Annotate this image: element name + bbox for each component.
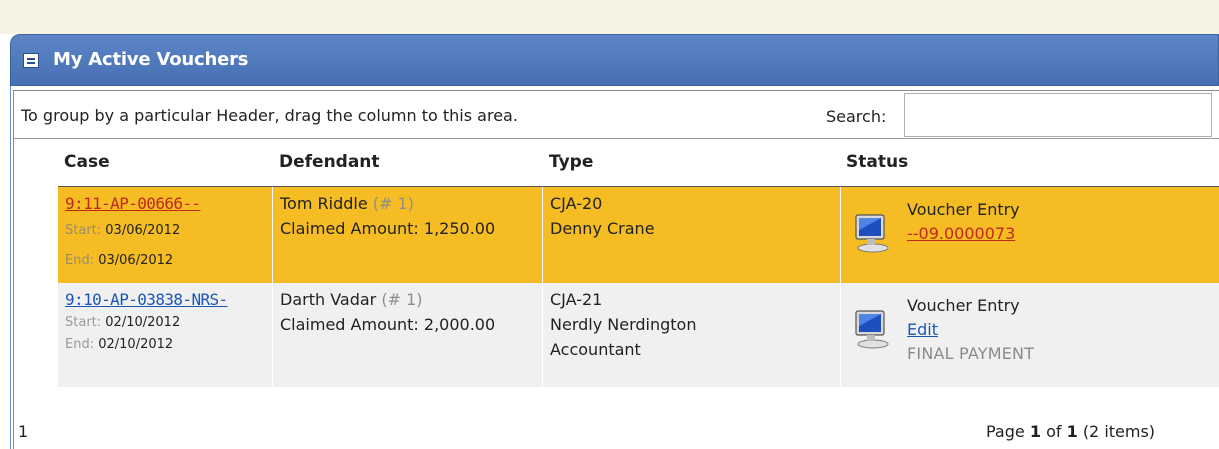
- start-date: Start: 02/10/2012: [65, 315, 181, 330]
- status-cell: Voucher Entry Edit FINAL PAYMENT: [840, 283, 1219, 387]
- type-cell: CJA-20 Denny Crane: [542, 187, 840, 283]
- column-header-case[interactable]: Case: [64, 152, 110, 172]
- start-date: Start: 03/06/2012: [65, 223, 181, 238]
- table-row[interactable]: 9:10-AP-03838-NRS- Start: 02/10/2012 End…: [58, 283, 1219, 387]
- claimed-amount: Claimed Amount: 2,000.00: [280, 315, 496, 334]
- type-code: CJA-20: [550, 194, 603, 213]
- column-header-type[interactable]: Type: [549, 152, 593, 172]
- panel-header: My Active Vouchers: [10, 34, 1219, 86]
- case-link[interactable]: 9:10-AP-03838-NRS-: [65, 290, 228, 309]
- case-link[interactable]: 9:11-AP-00666--: [65, 194, 201, 213]
- collapse-icon[interactable]: [23, 53, 39, 68]
- pager-summary: Page 1 of 1 (2 items): [986, 422, 1156, 441]
- claimed-amount: Claimed Amount: 1,250.00: [280, 219, 496, 238]
- defendant-cell: Darth Vadar (# 1) Claimed Amount: 2,000.…: [272, 283, 542, 387]
- case-cell: 9:10-AP-03838-NRS- Start: 02/10/2012 End…: [58, 283, 272, 387]
- status-cell: Voucher Entry --09.0000073: [840, 187, 1219, 283]
- type-cell: CJA-21 Nerdly Nerdington Accountant: [542, 283, 840, 387]
- computer-monitor-icon: [855, 310, 889, 349]
- edit-link[interactable]: Edit: [907, 320, 938, 339]
- search-label: Search:: [826, 107, 887, 126]
- table-row[interactable]: 9:11-AP-00666-- Start: 03/06/2012 End: 0…: [58, 187, 1219, 283]
- column-header-row: Case Defendant Type Status: [58, 139, 1219, 187]
- case-cell: 9:11-AP-00666-- Start: 03/06/2012 End: 0…: [58, 187, 272, 283]
- status-text: Voucher Entry: [907, 296, 1020, 315]
- type-person: Nerdly Nerdington: [550, 315, 697, 334]
- column-header-status[interactable]: Status: [846, 152, 908, 172]
- group-hint: To group by a particular Header, drag th…: [21, 106, 518, 125]
- type-code: CJA-21: [550, 290, 603, 309]
- top-band: [0, 0, 1219, 34]
- type-person: Denny Crane: [550, 219, 655, 238]
- group-by-panel[interactable]: To group by a particular Header, drag th…: [14, 91, 1219, 139]
- defendant-name: Darth Vadar (# 1): [280, 290, 423, 309]
- status-note: FINAL PAYMENT: [907, 344, 1035, 363]
- vouchers-grid: To group by a particular Header, drag th…: [13, 90, 1219, 449]
- panel-title: My Active Vouchers: [53, 49, 249, 70]
- status-text: Voucher Entry: [907, 200, 1020, 219]
- search-input[interactable]: [904, 93, 1212, 137]
- end-date: End: 02/10/2012: [65, 337, 174, 352]
- end-date: End: 03/06/2012: [65, 253, 174, 268]
- type-role: Accountant: [550, 340, 641, 359]
- page-number-link[interactable]: 1: [18, 422, 28, 441]
- voucher-number-link[interactable]: --09.0000073: [907, 224, 1015, 243]
- computer-monitor-icon: [855, 214, 889, 253]
- column-header-defendant[interactable]: Defendant: [279, 152, 380, 172]
- defendant-cell: Tom Riddle (# 1) Claimed Amount: 1,250.0…: [272, 187, 542, 283]
- defendant-name: Tom Riddle (# 1): [280, 194, 414, 213]
